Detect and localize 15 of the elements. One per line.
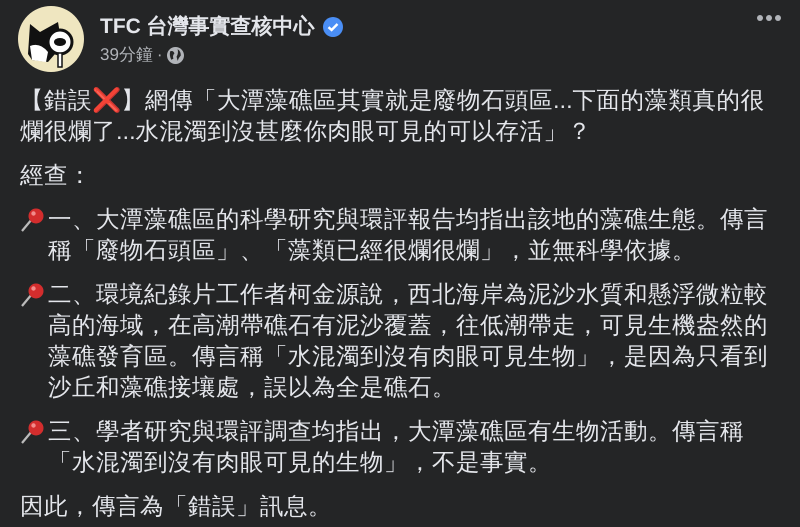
post-paragraph: 因此，傳言為「錯誤」訊息。: [20, 494, 332, 520]
page-name[interactable]: TFC 台灣事實查核中心: [100, 14, 315, 40]
more-icon[interactable]: [756, 14, 782, 22]
pushpin-icon: [20, 282, 46, 308]
post-paragraph: 經查：: [20, 163, 92, 189]
post-paragraph: 【錯誤❌】網傳「大潭藻礁區其實就是廢物石頭區...下面的藻類真的很爛很爛了...水混濁到沒甚麼你肉眼可見的可以存活」？: [20, 88, 765, 145]
globe-icon: [166, 46, 184, 64]
separator: ·: [156, 44, 163, 66]
post-time[interactable]: 39分鐘: [100, 44, 153, 66]
post-paragraph: 一、大潭藻礁區的科學研究與環評報告均指出該地的藻礁生態。傳言稱「廢物石頭區」、「藻類已經很爛很爛」，並無科學依據。: [48, 206, 769, 266]
post-paragraph: 二、環境紀錄片工作者柯金源說，西北海岸為泥沙水質和懸浮微粒較高的海域，在高潮帶礁石有泥沙覆蓋，往低潮帶走，可見生機盎然的藻礁發育區。傳言稱「水混濁到沒有肉眼可見生物」，是因為只看到沙丘和藻礁接壤處，誤以為全是礁石。: [48, 281, 769, 403]
logo-icon: [18, 6, 84, 72]
post-paragraph: 三、學者研究與環評調查均指出，大潭藻礁區有生物活動。傳言稱「水混濁到沒有肉眼可見的生物」，不是事實。: [48, 418, 745, 478]
pushpin-icon: [20, 207, 46, 233]
pushpin-icon: [20, 419, 46, 445]
